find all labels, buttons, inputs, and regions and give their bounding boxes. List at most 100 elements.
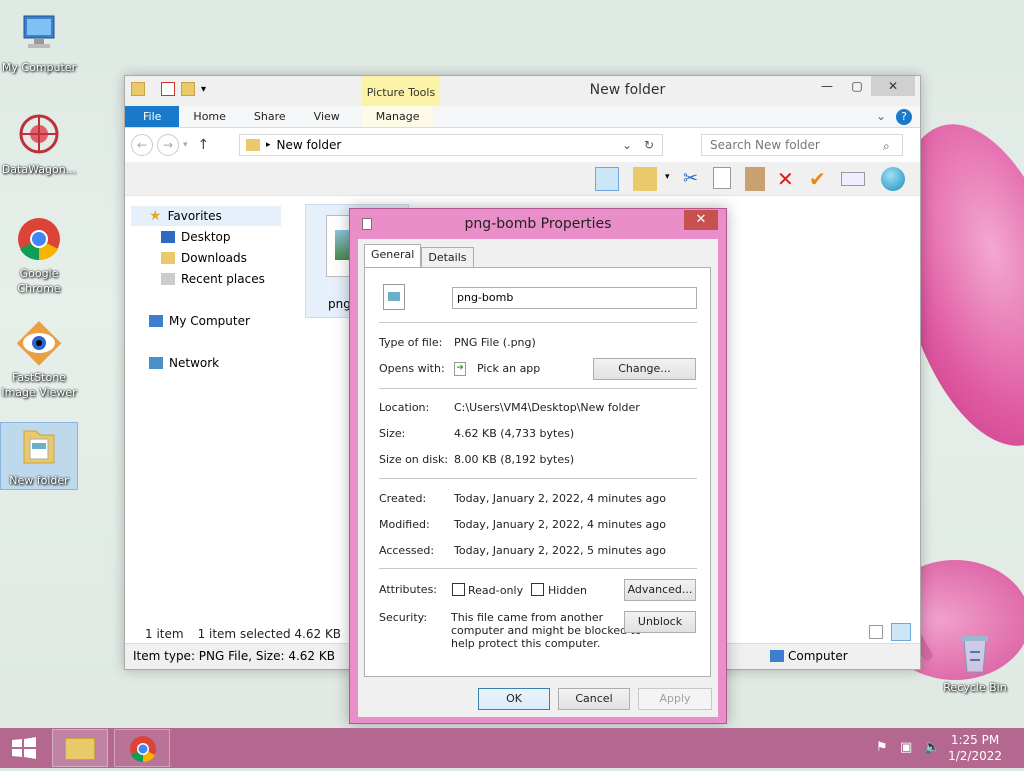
copy-icon[interactable] [713,167,731,189]
details-view-icon[interactable] [869,625,883,639]
computer-icon [16,10,62,56]
refresh-icon[interactable]: ↻ [644,138,654,152]
details-text: Item type: PNG File, Size: 4.62 KB [133,649,335,663]
desktop-icon-my-computer[interactable]: My Computer [0,10,78,76]
start-button[interactable] [10,736,38,760]
nav-label: Favorites [167,209,222,223]
address-dropdown-icon[interactable]: ⌄ [622,138,632,152]
type-label: Type of file: [379,336,443,349]
action-center-flag-icon[interactable]: ⚑ [876,740,888,755]
nav-label: Recent places [181,272,265,286]
desktop-icon-new-folder[interactable]: New folder [0,422,78,490]
desktop-icon-label: Recycle Bin [943,681,1007,694]
desktop-icon-faststone[interactable]: FastStone Image Viewer [0,320,78,400]
tab-general[interactable]: General [364,244,422,267]
ribbon-expand-icon[interactable]: ⌄ [876,109,886,123]
system-clock[interactable]: 1:25 PM 1/2/2022 [948,732,1002,764]
unblock-button[interactable]: Unblock [624,611,696,633]
dialog-titlebar: png-bomb Properties ✕ [350,209,726,239]
computer-icon [770,650,784,662]
select-icon[interactable] [841,172,865,186]
desktop-icon-label: My Computer [1,61,77,74]
nav-label: Desktop [181,230,231,244]
large-icons-view-icon[interactable] [891,623,911,641]
apply-button[interactable]: Apply [638,688,712,710]
size-value: 4.62 KB (4,733 bytes) [454,427,575,440]
nav-desktop[interactable]: Desktop [131,227,231,247]
security-text-2: computer and might be blocked to [451,624,642,637]
security-label: Security: [379,611,428,624]
opens-with-value: Pick an app [477,362,541,375]
modified-value: Today, January 2, 2022, 4 minutes ago [454,518,666,531]
address-bar[interactable]: ▸ New folder ⌄ ↻ [239,134,663,156]
nav-recent-places[interactable]: Recent places [131,269,265,289]
advanced-button[interactable]: Advanced... [624,579,696,601]
breadcrumb-current[interactable]: New folder [277,138,342,152]
downloads-icon [161,252,175,264]
delete-icon[interactable]: ✕ [777,167,801,191]
back-button[interactable]: ← [131,134,153,156]
desktop-icon-label: New folder [9,474,69,487]
up-button[interactable]: ↑ [198,137,210,153]
globe-icon[interactable] [881,167,905,191]
rename-check-icon[interactable]: ✔ [809,167,833,191]
desktop-icon-label: FastStone Image Viewer [1,371,77,399]
desktop-icon-recycle-bin[interactable]: Recycle Bin [940,630,1010,695]
security-text-1: This file came from another [451,611,604,624]
dialog-close-button[interactable]: ✕ [684,210,718,230]
security-text-3: help protect this computer. [451,637,601,650]
navigation-pane: ★ Favorites Desktop Downloads Recent pla… [131,204,291,634]
filename-input[interactable]: png-bomb [452,287,697,309]
taskbar: ⚑ ▣ 🔈 1:25 PM 1/2/2022 [0,728,1024,768]
search-icon[interactable]: ⌕ [883,139,890,154]
type-value: PNG File (.png) [454,336,536,349]
location-value: C:\Users\VM4\Desktop\New folder [454,401,640,414]
desktop-icon-datawagon[interactable]: DataWagon... [0,112,78,177]
dialog-tabs: General Details [364,244,474,267]
cancel-button[interactable]: Cancel [558,688,630,710]
image-file-icon [383,284,405,310]
faststone-eye-icon [16,320,62,366]
ok-button[interactable]: OK [478,688,550,710]
dialog-title: png-bomb Properties [464,216,612,232]
properties-icon[interactable] [633,167,657,191]
explorer-titlebar: ▾ Picture Tools New folder — ▢ ✕ [125,76,920,106]
paste-icon[interactable] [745,167,765,191]
taskbar-explorer-button[interactable] [52,729,108,767]
search-input[interactable]: Search New folder [701,134,903,156]
tab-view[interactable]: View [300,106,354,127]
windows-logo-icon [12,737,36,759]
desktop-icon-chrome[interactable]: Google Chrome [0,216,78,296]
tab-file[interactable]: File [125,106,180,127]
minimize-button[interactable]: — [813,76,841,96]
tab-details[interactable]: Details [421,247,474,267]
hidden-checkbox[interactable] [531,583,544,596]
hidden-label: Hidden [548,584,588,597]
nav-my-computer[interactable]: My Computer [131,311,250,331]
separator [379,322,697,323]
nav-downloads[interactable]: Downloads [131,248,247,268]
recent-locations-icon[interactable]: ▾ [183,140,188,150]
breadcrumb-chevron-icon[interactable]: ▸ [266,140,271,150]
readonly-label: Read-only [468,584,524,597]
preview-pane-icon[interactable] [595,167,619,191]
cut-icon[interactable]: ✂ [683,167,707,191]
clock-time: 1:25 PM [950,733,1000,747]
tab-manage[interactable]: Manage [361,106,434,127]
dropdown-icon[interactable]: ▾ [665,172,670,182]
volume-muted-icon[interactable]: 🔈 [924,740,940,755]
network-status-icon[interactable]: ▣ [900,740,912,755]
change-button[interactable]: Change... [593,358,696,380]
maximize-button[interactable]: ▢ [843,76,871,96]
readonly-checkbox[interactable] [452,583,465,596]
close-button[interactable]: ✕ [871,76,915,96]
taskbar-chrome-button[interactable] [114,729,170,767]
opens-with-label: Opens with: [379,362,445,375]
forward-button[interactable]: → [157,134,179,156]
help-icon[interactable]: ? [896,109,912,125]
tab-home[interactable]: Home [179,106,239,127]
nav-favorites[interactable]: ★ Favorites [131,206,281,226]
tab-share[interactable]: Share [240,106,300,127]
recent-places-icon [161,273,175,285]
nav-network[interactable]: Network [131,353,219,373]
